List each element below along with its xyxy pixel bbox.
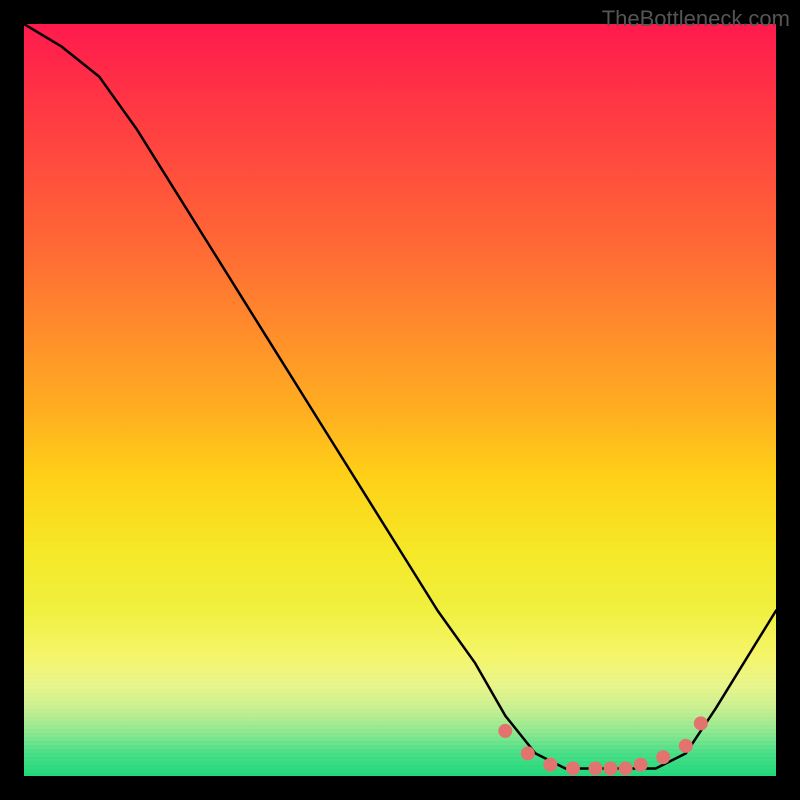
bottleneck-curve-line — [24, 24, 776, 769]
sweet-spot-marker — [679, 739, 693, 753]
watermark-text: TheBottleneck.com — [602, 6, 790, 32]
sweet-spot-marker — [634, 758, 648, 772]
sweet-spot-marker — [694, 716, 708, 730]
sweet-spot-marker — [498, 724, 512, 738]
sweet-spot-marker — [543, 758, 557, 772]
chart-svg — [24, 24, 776, 776]
sweet-spot-marker — [521, 746, 535, 760]
sweet-spot-marker — [604, 762, 618, 776]
sweet-spot-marker — [656, 750, 670, 764]
sweet-spot-marker — [589, 762, 603, 776]
chart-plot-area — [24, 24, 776, 776]
sweet-spot-marker — [566, 762, 580, 776]
sweet-spot-marker — [619, 762, 633, 776]
